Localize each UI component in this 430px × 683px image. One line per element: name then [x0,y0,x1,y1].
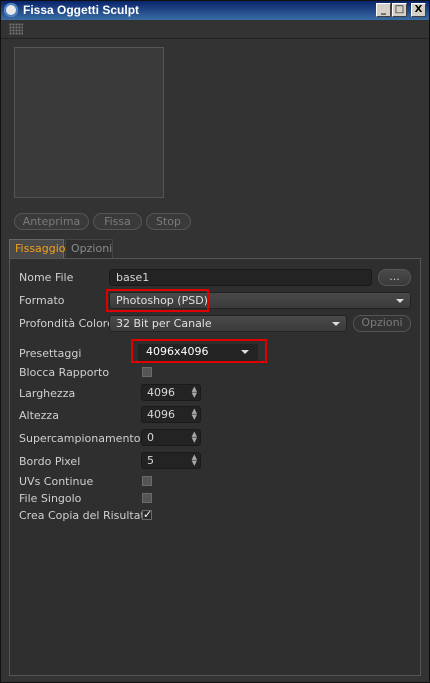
bake-sculpt-dialog: Fissa Oggetti Sculpt _ □ X Anteprima Fis… [0,0,430,683]
toolbar-divider [1,38,429,39]
file-name-input[interactable]: base1 [109,269,372,286]
app-icon [4,3,18,17]
spin-arrows-icon[interactable]: ▲ ▼ [192,454,197,467]
titlebar[interactable]: Fissa Oggetti Sculpt _ □ X [1,1,429,20]
preview-button[interactable]: Anteprima [14,213,89,230]
spin-arrows-icon[interactable]: ▲ ▼ [192,408,197,421]
tab-opzioni[interactable]: Opzioni [65,239,113,258]
color-depth-value: 32 Bit per Canale [116,317,212,330]
height-value: 4096 [147,408,175,421]
tab-fissaggio[interactable]: Fissaggio [9,239,66,258]
minimize-button[interactable]: _ [376,3,391,17]
supersampling-input[interactable]: 0 ▲ ▼ [141,429,201,446]
lock-ratio-label: Blocca Rapporto [19,366,110,379]
format-label: Formato [19,294,65,307]
window-title: Fissa Oggetti Sculpt [23,3,140,17]
height-input[interactable]: 4096 ▲ ▼ [141,406,201,423]
width-input[interactable]: 4096 ▲ ▼ [141,384,201,401]
color-depth-label: Profondità Colore [19,317,114,330]
checkmark-icon: ✓ [143,508,153,521]
single-file-checkbox[interactable] [142,493,152,503]
spin-arrows-icon[interactable]: ▲ ▼ [192,431,197,444]
supersampling-label: Supercampionamento [19,432,141,445]
copy-result-checkbox[interactable]: ✓ [142,508,153,521]
depth-options-button[interactable]: Opzioni [353,315,411,332]
file-name-label: Nome File [19,271,74,284]
pixel-border-input[interactable]: 5 ▲ ▼ [141,452,201,469]
copy-result-label: Crea Copia del Risultato [19,509,152,522]
presets-label: Presettaggi [19,347,82,360]
continuous-uvs-label: UVs Continue [19,475,94,488]
pixel-border-value: 5 [147,454,154,467]
width-value: 4096 [147,386,175,399]
pixel-border-label: Bordo Pixel [19,455,81,468]
color-depth-dropdown[interactable]: 32 Bit per Canale [109,315,347,332]
supersampling-value: 0 [147,431,154,444]
lock-ratio-checkbox[interactable] [142,367,152,377]
format-highlight-box [106,289,209,312]
chevron-down-icon [332,322,340,326]
single-file-label: File Singolo [19,492,82,505]
bake-button[interactable]: Fissa [93,213,142,230]
width-label: Larghezza [19,387,76,400]
presets-highlight-box [131,339,267,363]
maximize-button[interactable]: □ [392,3,407,17]
chevron-down-icon [396,299,404,303]
toolbar-grip-icon[interactable] [9,23,23,35]
close-button[interactable]: X [411,3,426,17]
stop-button[interactable]: Stop [146,213,191,230]
height-label: Altezza [19,409,59,422]
spin-arrows-icon[interactable]: ▲ ▼ [192,386,197,399]
continuous-uvs-checkbox[interactable] [142,476,152,486]
preview-area [14,47,164,198]
browse-button[interactable]: ... [378,269,411,286]
